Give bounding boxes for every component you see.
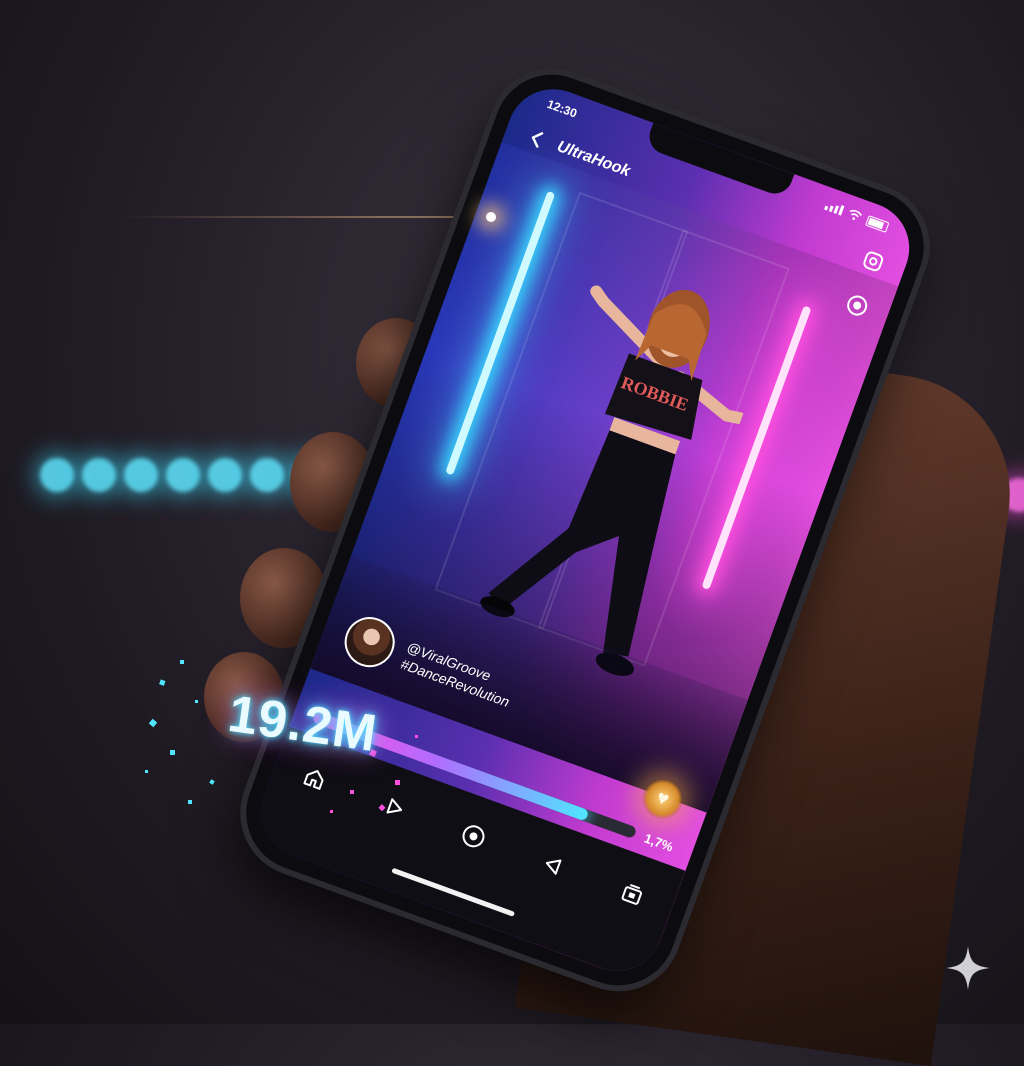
cyan-light-dots: [40, 458, 326, 492]
play-icon[interactable]: [376, 790, 412, 826]
chevron-left-icon[interactable]: [521, 124, 552, 155]
battery-icon: [865, 214, 890, 233]
lens-flare: [486, 212, 496, 222]
search-icon[interactable]: [858, 246, 889, 277]
status-icons: [824, 200, 890, 233]
back-triangle-icon[interactable]: [535, 847, 571, 883]
library-icon[interactable]: [614, 876, 650, 912]
status-time: 12:30: [545, 96, 579, 121]
wifi-icon: [849, 209, 862, 220]
sparkle-icon: [946, 946, 990, 990]
signal-icon: [824, 200, 845, 216]
record-icon[interactable]: [842, 290, 873, 321]
home-indicator[interactable]: [391, 867, 516, 917]
home-icon[interactable]: [297, 761, 333, 797]
record-icon[interactable]: [456, 818, 492, 854]
progress-percent: 1,7%: [642, 829, 676, 855]
